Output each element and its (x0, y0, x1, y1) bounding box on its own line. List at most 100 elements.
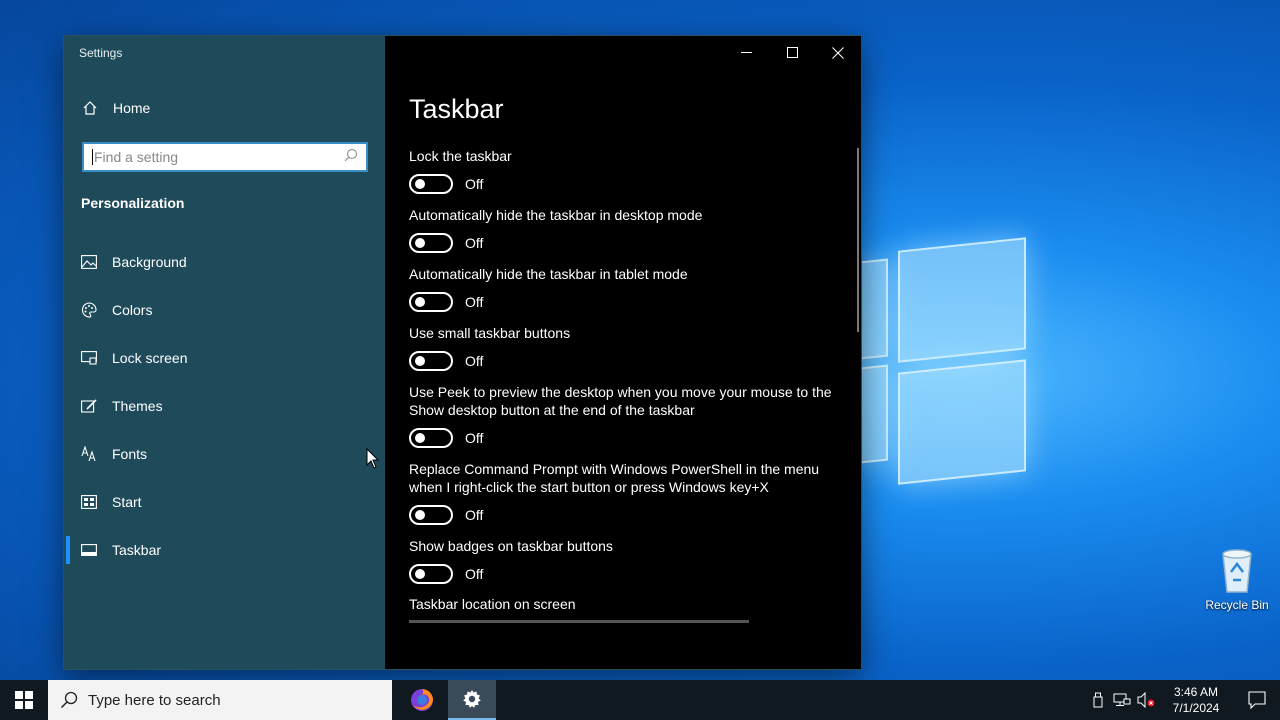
taskbar-clock[interactable]: 3:46 AM 7/1/2024 (1166, 684, 1226, 716)
mouse-cursor-icon (366, 447, 380, 470)
gear-icon (463, 690, 481, 708)
system-tray: 3:46 AM 7/1/2024 (1086, 680, 1280, 720)
setting-label: Lock the taskbar (409, 148, 512, 164)
nav-home[interactable]: Home (82, 100, 150, 116)
sidebar-item-themes[interactable]: Themes (64, 382, 385, 430)
taskbar-search-placeholder: Type here to search (88, 691, 221, 709)
setting-label: Automatically hide the taskbar in tablet… (409, 266, 688, 282)
palette-icon (81, 302, 97, 318)
sidebar-item-label: Taskbar (112, 542, 162, 558)
start-button[interactable] (0, 680, 48, 720)
autohide-desktop-toggle[interactable] (409, 233, 453, 253)
recycle-bin-label: Recycle Bin (1205, 598, 1269, 612)
sidebar-item-background[interactable]: Background (64, 238, 385, 286)
home-label: Home (113, 100, 151, 116)
section-title: Personalization (81, 195, 185, 211)
sidebar-item-fonts[interactable]: Fonts (64, 430, 385, 478)
maximize-button[interactable] (769, 36, 815, 69)
setting-badges: Show badges on taskbar buttons Off (409, 537, 839, 584)
close-icon (832, 46, 844, 59)
taskbar-location-label: Taskbar location on screen (409, 596, 576, 612)
setting-label: Show badges on taskbar buttons (409, 538, 613, 554)
setting-location: Taskbar location on screen (409, 596, 839, 623)
taskbar-app-settings[interactable] (448, 680, 496, 720)
notification-icon (1248, 691, 1266, 709)
taskbar-icon (81, 542, 97, 558)
setting-small-buttons: Use small taskbar buttons Off (409, 324, 839, 371)
lock-taskbar-toggle[interactable] (409, 174, 453, 194)
settings-window: Settings Home Personalization Background (64, 36, 861, 669)
badges-toggle[interactable] (409, 564, 453, 584)
clock-date: 7/1/2024 (1172, 701, 1220, 715)
setting-label: Use Peek to preview the desktop when you… (409, 384, 832, 418)
app-title: Settings (79, 46, 123, 60)
lock-screen-icon (81, 350, 97, 366)
sidebar-item-start[interactable]: Start (64, 478, 385, 526)
toggle-state: Off (465, 294, 484, 310)
usb-icon (1093, 692, 1103, 708)
page-title: Taskbar (409, 94, 504, 124)
sidebar-item-label: Colors (112, 302, 153, 318)
start-icon (81, 494, 97, 510)
taskbar-search-box[interactable]: Type here to search (48, 680, 392, 720)
toggle-state: Off (465, 235, 484, 251)
search-icon[interactable] (344, 148, 358, 167)
windows-logo-wallpaper (860, 237, 1030, 485)
search-icon (60, 691, 78, 709)
setting-label: Use small taskbar buttons (409, 325, 571, 341)
sidebar-item-label: Themes (112, 398, 163, 414)
find-setting-input[interactable] (94, 149, 344, 165)
recycle-bin-icon (1217, 546, 1257, 594)
minimize-icon (740, 52, 752, 53)
window-controls (723, 36, 861, 69)
picture-icon (81, 254, 97, 270)
setting-powershell: Replace Command Prompt with Windows Powe… (409, 460, 839, 525)
taskbar-app-firefox[interactable] (398, 680, 446, 720)
setting-label: Automatically hide the taskbar in deskto… (409, 207, 703, 223)
toggle-state: Off (465, 566, 484, 582)
settings-list: Lock the taskbar Off Automatically hide … (409, 147, 839, 635)
nav-list: Background Colors Lock screen Themes Fon… (64, 238, 385, 574)
powershell-toggle[interactable] (409, 505, 453, 525)
toggle-state: Off (465, 353, 484, 369)
sidebar: Settings Home Personalization Background (64, 36, 385, 669)
maximize-icon (786, 47, 798, 58)
recycle-bin[interactable]: Recycle Bin (1200, 546, 1274, 612)
volume-muted-icon (1137, 692, 1155, 708)
close-button[interactable] (815, 36, 861, 69)
windows-start-icon (15, 691, 33, 709)
home-icon (82, 100, 98, 116)
tray-usb[interactable] (1086, 680, 1110, 720)
sidebar-item-label: Background (112, 254, 187, 270)
fonts-icon (81, 446, 97, 462)
sidebar-item-label: Fonts (112, 446, 148, 462)
firefox-icon (411, 689, 433, 711)
setting-autohide-desktop: Automatically hide the taskbar in deskto… (409, 206, 839, 253)
clock-time: 3:46 AM (1173, 685, 1219, 699)
toggle-state: Off (465, 430, 484, 446)
toggle-state: Off (465, 176, 484, 192)
sidebar-item-label: Lock screen (112, 350, 188, 366)
text-caret (92, 149, 93, 165)
sidebar-item-lock-screen[interactable]: Lock screen (64, 334, 385, 382)
autohide-tablet-toggle[interactable] (409, 292, 453, 312)
sidebar-item-taskbar[interactable]: Taskbar (64, 526, 385, 574)
taskbar: Type here to search 3:46 AM 7/1/2024 (0, 680, 1280, 720)
tray-volume[interactable] (1134, 680, 1158, 720)
themes-icon (81, 398, 97, 414)
content-pane: Taskbar Lock the taskbar Off Automatical… (385, 36, 861, 669)
minimize-button[interactable] (723, 36, 769, 69)
setting-lock-taskbar: Lock the taskbar Off (409, 147, 839, 194)
sidebar-item-colors[interactable]: Colors (64, 286, 385, 334)
small-buttons-toggle[interactable] (409, 351, 453, 371)
tray-network[interactable] (1110, 680, 1134, 720)
scrollbar[interactable] (857, 148, 859, 332)
setting-peek: Use Peek to preview the desktop when you… (409, 383, 839, 448)
setting-autohide-tablet: Automatically hide the taskbar in tablet… (409, 265, 839, 312)
find-setting-box[interactable] (82, 142, 368, 172)
setting-label: Replace Command Prompt with Windows Powe… (409, 461, 820, 495)
action-center-button[interactable] (1234, 680, 1280, 720)
peek-toggle[interactable] (409, 428, 453, 448)
taskbar-location-dropdown[interactable] (409, 620, 749, 623)
network-icon (1113, 693, 1131, 706)
